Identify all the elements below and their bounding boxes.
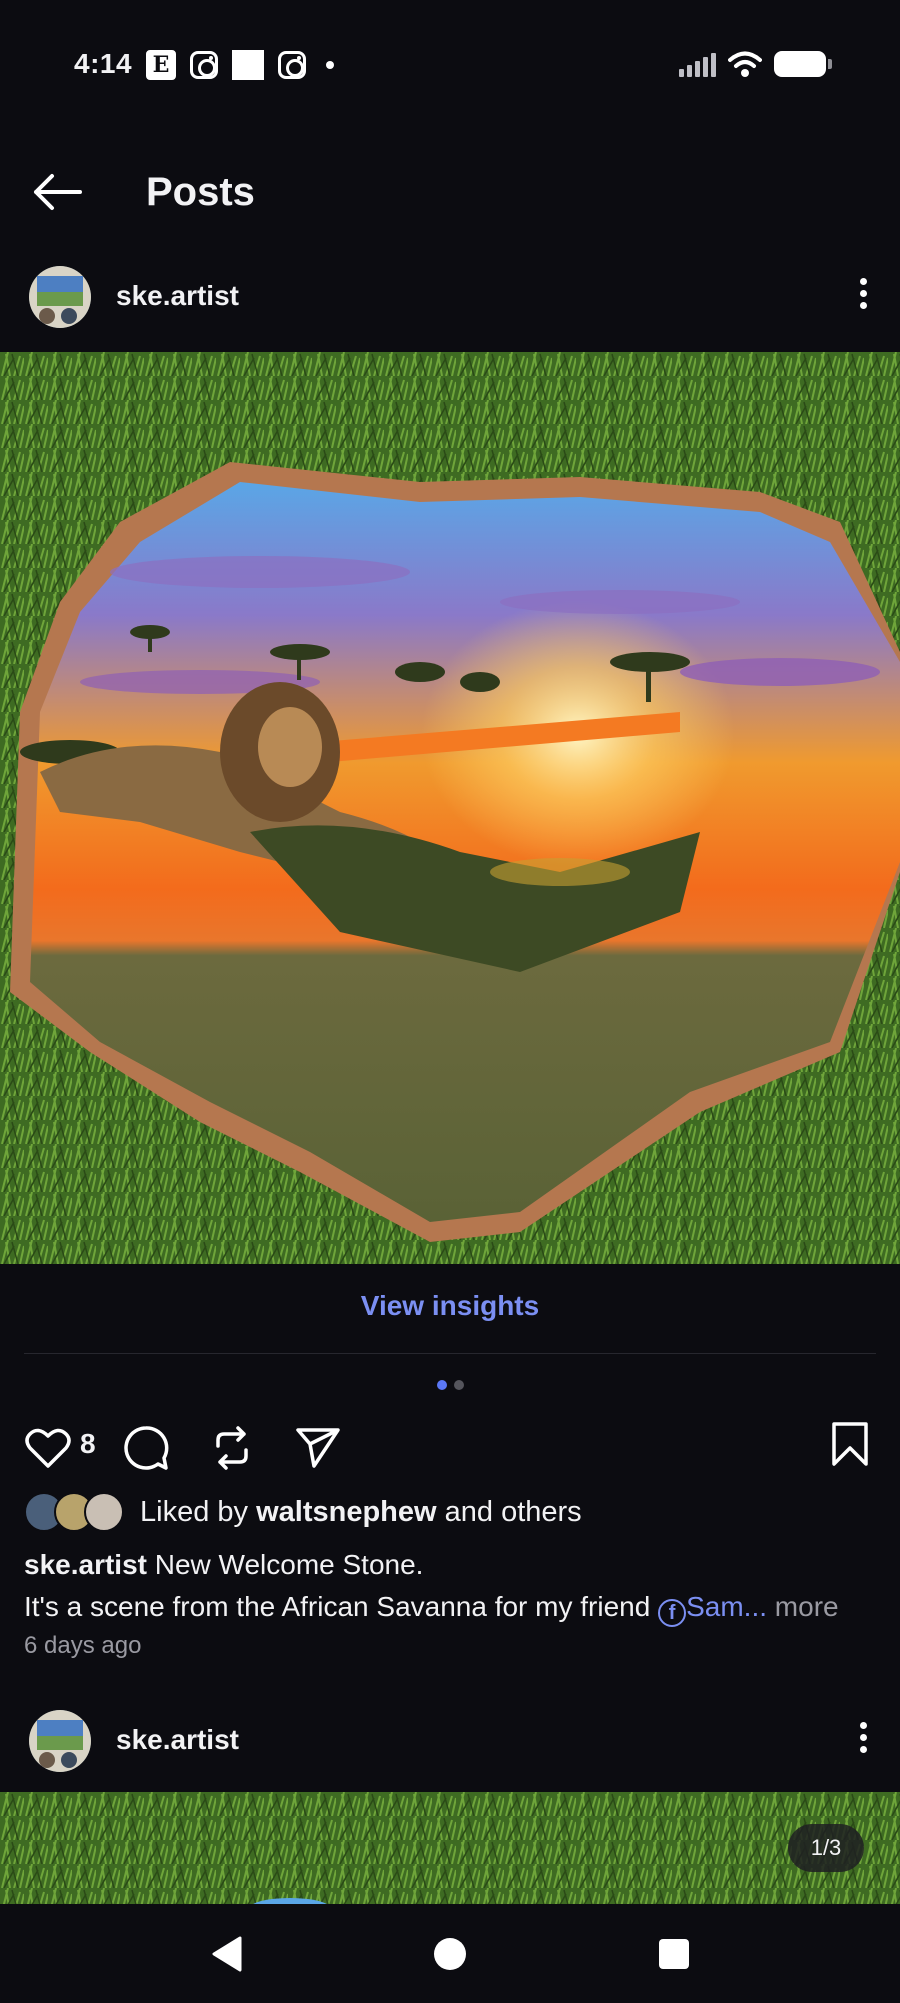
battery-icon xyxy=(774,51,832,77)
post-username[interactable]: ske.artist xyxy=(116,280,239,312)
status-time: 4:14 xyxy=(74,48,133,79)
liked-by-text: Liked by waltsnephew and others xyxy=(140,1496,582,1529)
back-button[interactable] xyxy=(30,170,84,214)
post-image[interactable] xyxy=(0,352,900,1264)
liked-avatars xyxy=(24,1492,124,1532)
repost-button[interactable] xyxy=(210,1424,254,1477)
caption-more-link[interactable]: more xyxy=(767,1591,839,1622)
liked-by[interactable]: Liked by waltsnephew and others xyxy=(24,1490,582,1534)
like-count[interactable]: 8 xyxy=(80,1428,96,1460)
post-header: ske.artist xyxy=(0,252,900,342)
more-notifications-icon xyxy=(326,61,334,69)
view-insights-button[interactable]: View insights xyxy=(0,1290,900,1322)
recents-square-icon xyxy=(659,1939,689,1969)
divider xyxy=(24,1353,876,1354)
save-button[interactable] xyxy=(830,1422,870,1471)
share-icon xyxy=(296,1428,340,1468)
notification-icons: E xyxy=(146,50,334,80)
repost-icon xyxy=(216,1426,248,1470)
nav-recents-button[interactable] xyxy=(656,1934,692,1979)
nav-back-button[interactable] xyxy=(208,1934,244,1979)
post-header: ske.artist xyxy=(0,1696,900,1786)
status-bar: 4:14 E xyxy=(0,0,900,130)
mention-link[interactable]: f Sam... xyxy=(658,1591,768,1627)
instagram-notification-icon xyxy=(190,51,218,79)
like-button[interactable] xyxy=(24,1426,72,1475)
liked-by-prefix: Liked by xyxy=(140,1495,257,1528)
top-header: Posts xyxy=(0,150,900,230)
post-options-button[interactable] xyxy=(856,274,870,314)
back-triangle-icon xyxy=(212,1936,242,1972)
system-icons xyxy=(679,50,832,78)
news-app-icon: E xyxy=(146,50,176,80)
post-actions: 8 xyxy=(0,1418,900,1474)
post-username[interactable]: ske.artist xyxy=(116,1724,239,1756)
back-arrow-icon xyxy=(34,174,82,210)
system-nav-bar xyxy=(0,1904,900,2003)
caption-line-1: New Welcome Stone. xyxy=(146,1549,424,1580)
mention-name: Sam... xyxy=(686,1591,768,1622)
instagram-notification-icon xyxy=(278,51,306,79)
comment-icon xyxy=(124,1426,169,1470)
page-title: Posts xyxy=(146,170,255,214)
more-vertical-icon xyxy=(856,278,870,309)
liked-by-username[interactable]: waltsnephew xyxy=(256,1496,437,1528)
wifi-icon xyxy=(728,51,762,77)
signal-icon xyxy=(679,51,716,77)
post-options-button[interactable] xyxy=(856,1718,870,1758)
bookmark-icon xyxy=(832,1422,868,1466)
avatar xyxy=(84,1492,124,1532)
share-button[interactable] xyxy=(294,1426,342,1475)
comment-button[interactable] xyxy=(122,1424,170,1477)
post-timestamp: 6 days ago xyxy=(24,1632,142,1659)
home-circle-icon xyxy=(434,1938,466,1970)
avatar[interactable] xyxy=(29,266,91,328)
nav-home-button[interactable] xyxy=(432,1934,468,1979)
liked-by-suffix: and others xyxy=(436,1495,582,1528)
facebook-icon: f xyxy=(658,1599,687,1627)
carousel-counter: 1/3 xyxy=(788,1824,864,1872)
carousel-dot xyxy=(453,1380,464,1390)
avatar[interactable] xyxy=(29,1710,91,1772)
carousel-indicator xyxy=(0,1380,900,1390)
caption-username[interactable]: ske.artist xyxy=(24,1549,147,1580)
app-notification-icon xyxy=(232,50,264,80)
more-vertical-icon xyxy=(856,1722,870,1753)
heart-icon xyxy=(25,1428,71,1468)
post-image[interactable] xyxy=(0,1792,900,1904)
carousel-dot-active xyxy=(436,1380,447,1390)
post-caption: ske.artist New Welcome Stone. It's a sce… xyxy=(24,1544,880,1628)
caption-line-2: It's a scene from the African Savanna fo… xyxy=(24,1591,659,1622)
